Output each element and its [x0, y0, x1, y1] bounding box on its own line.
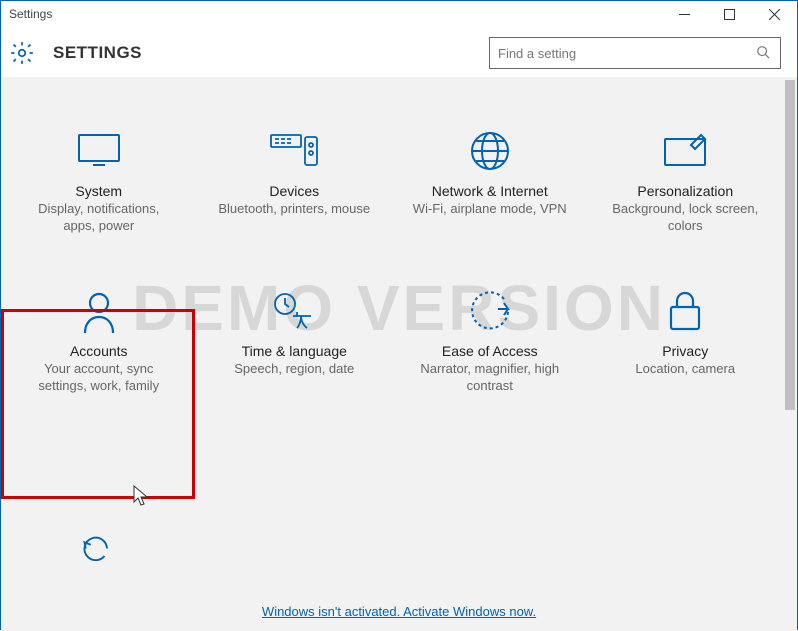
- tile-desc: Background, lock screen, colors: [608, 201, 763, 235]
- tile-desc: Narrator, magnifier, high contrast: [412, 361, 567, 395]
- tile-privacy[interactable]: Privacy Location, camera: [588, 287, 784, 395]
- tile-desc: Location, camera: [635, 361, 735, 378]
- activation-banner: Windows isn't activated. Activate Window…: [1, 604, 797, 619]
- tile-desc: Bluetooth, printers, mouse: [218, 201, 370, 218]
- network-icon: [460, 127, 520, 175]
- tile-desc: Wi-Fi, airplane mode, VPN: [413, 201, 567, 218]
- undo-icon: [73, 531, 121, 561]
- accounts-icon: [69, 287, 129, 335]
- search-box[interactable]: [489, 37, 781, 69]
- tile-personalization[interactable]: Personalization Background, lock screen,…: [588, 127, 784, 235]
- tile-time-language[interactable]: Time & language Speech, region, date: [197, 287, 393, 395]
- tile-system[interactable]: System Display, notifications, apps, pow…: [1, 127, 197, 235]
- content-area: DEMO VERSION System Display, notificatio…: [1, 77, 797, 631]
- devices-icon: [264, 127, 324, 175]
- system-icon: [69, 127, 129, 175]
- minimize-icon: [679, 9, 690, 20]
- privacy-icon: [655, 287, 715, 335]
- search-input[interactable]: [498, 46, 756, 61]
- scrollbar-thumb[interactable]: [785, 80, 795, 410]
- tile-title: Personalization: [637, 183, 733, 199]
- search-icon: [756, 45, 770, 62]
- tile-accounts[interactable]: Accounts Your account, sync settings, wo…: [1, 287, 197, 395]
- close-button[interactable]: [752, 1, 797, 27]
- close-icon: [769, 9, 780, 20]
- gear-icon: [9, 40, 35, 66]
- tile-desc: Your account, sync settings, work, famil…: [21, 361, 176, 395]
- tile-title: Accounts: [70, 343, 128, 359]
- tile-network[interactable]: Network & Internet Wi-Fi, airplane mode,…: [392, 127, 588, 235]
- window-title: Settings: [9, 7, 52, 21]
- tile-title: Devices: [269, 183, 319, 199]
- settings-title: SETTINGS: [53, 43, 142, 63]
- tile-title: System: [75, 183, 122, 199]
- mouse-cursor: [133, 485, 151, 509]
- tile-devices[interactable]: Devices Bluetooth, printers, mouse: [197, 127, 393, 235]
- activation-link[interactable]: Windows isn't activated. Activate Window…: [262, 604, 536, 619]
- update-tile-partial[interactable]: [73, 531, 121, 564]
- window-controls: [662, 1, 797, 26]
- tile-title: Privacy: [662, 343, 708, 359]
- minimize-button[interactable]: [662, 1, 707, 27]
- maximize-icon: [724, 9, 735, 20]
- tile-title: Network & Internet: [432, 183, 548, 199]
- maximize-button[interactable]: [707, 1, 752, 27]
- ease-of-access-icon: [460, 287, 520, 335]
- window-titlebar: Settings: [1, 1, 797, 27]
- tile-desc: Display, notifications, apps, power: [21, 201, 176, 235]
- tiles-grid: System Display, notifications, apps, pow…: [1, 127, 783, 395]
- header: SETTINGS: [1, 27, 797, 77]
- tile-title: Time & language: [242, 343, 347, 359]
- time-language-icon: [264, 287, 324, 335]
- tile-title: Ease of Access: [442, 343, 538, 359]
- tile-desc: Speech, region, date: [234, 361, 354, 378]
- tile-ease-of-access[interactable]: Ease of Access Narrator, magnifier, high…: [392, 287, 588, 395]
- personalization-icon: [655, 127, 715, 175]
